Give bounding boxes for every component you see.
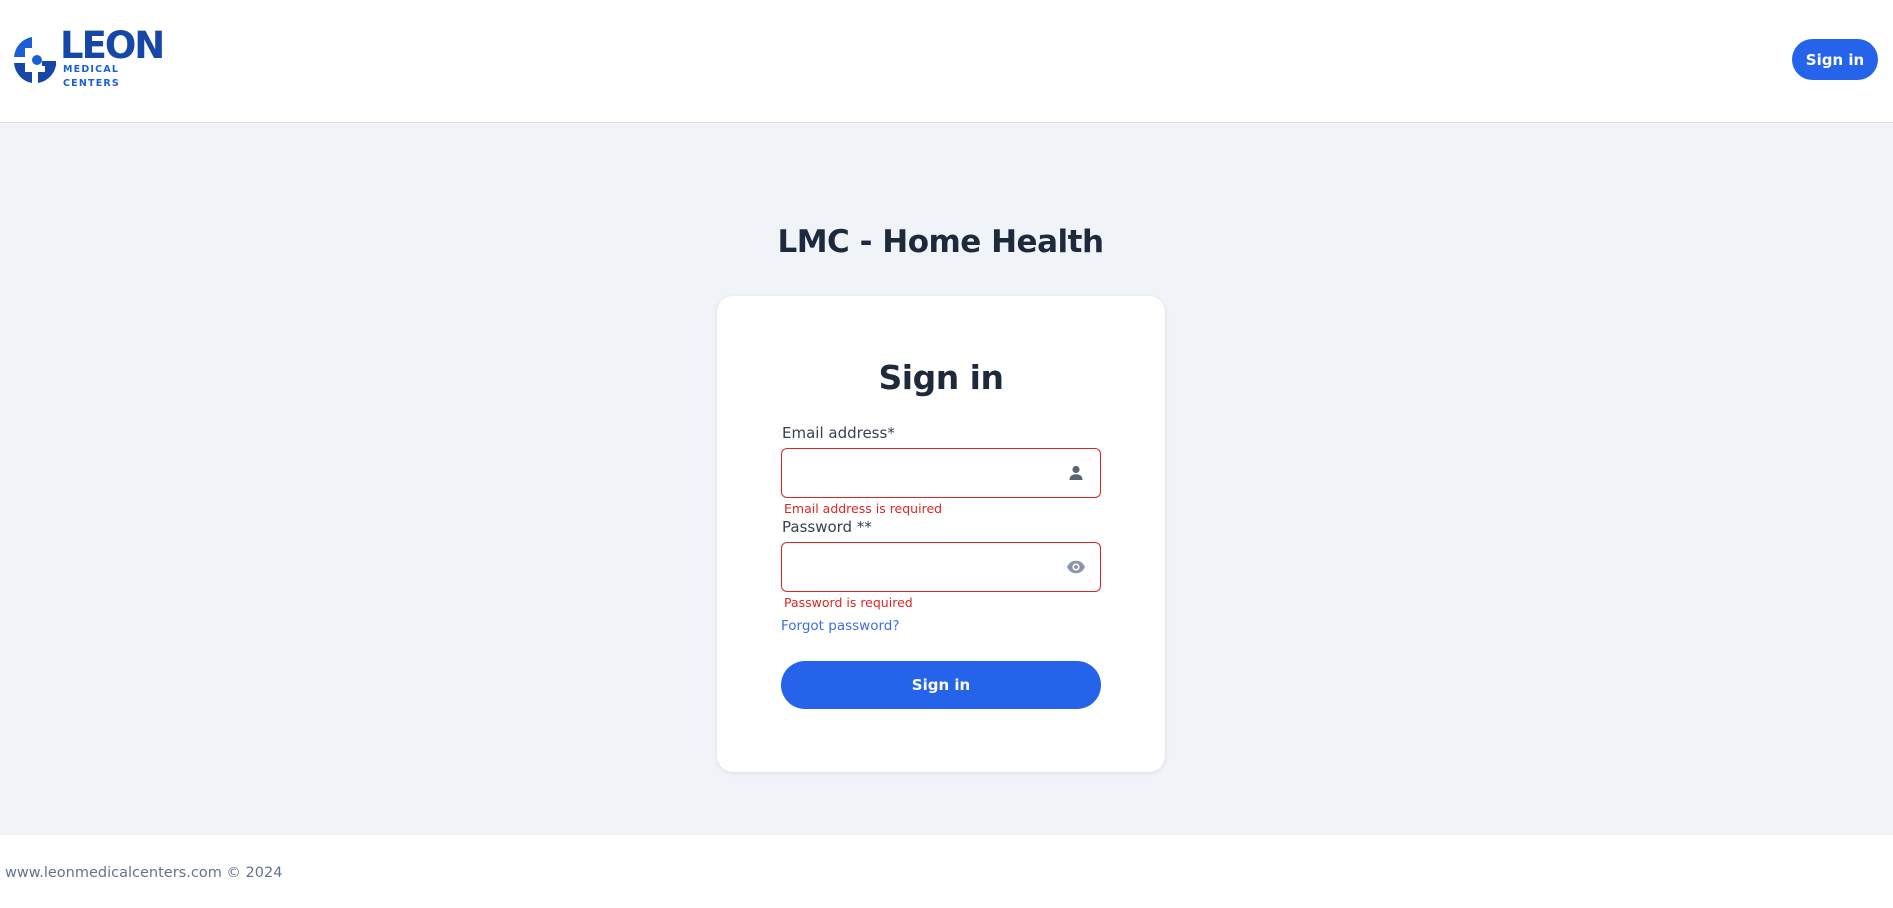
email-input[interactable] xyxy=(782,449,1100,497)
page-title: LMC - Home Health xyxy=(777,224,1104,260)
email-error-message: Email address is required xyxy=(784,501,943,516)
password-field-wrapper xyxy=(781,542,1101,592)
email-field-wrapper xyxy=(781,448,1101,498)
sign-in-heading: Sign in xyxy=(878,358,1005,397)
eye-icon[interactable] xyxy=(1066,557,1086,577)
sign-in-submit-button[interactable]: Sign in xyxy=(781,661,1101,709)
main-content: LMC - Home Health Sign in Email address*… xyxy=(0,124,1893,835)
footer-copyright: www.leonmedicalcenters.com © 2024 xyxy=(5,865,283,881)
logo-wordmark: LEON xyxy=(60,24,165,67)
leon-cross-logo-icon xyxy=(14,37,56,83)
forgot-password-link[interactable]: Forgot password? xyxy=(781,618,900,634)
email-label: Email address* xyxy=(782,424,895,442)
header-sign-in-button[interactable]: Sign in xyxy=(1792,39,1878,80)
top-header: LEON MEDICAL CENTERS Sign in xyxy=(0,0,1893,123)
leon-logo[interactable]: LEON MEDICAL CENTERS xyxy=(12,27,177,89)
sign-in-card: Sign in Email address* Email address is … xyxy=(717,296,1165,772)
logo-subtitle: MEDICAL CENTERS xyxy=(63,64,120,89)
user-icon xyxy=(1069,465,1083,480)
page-footer: www.leonmedicalcenters.com © 2024 xyxy=(0,835,1893,908)
password-label: Password ** xyxy=(782,518,872,536)
password-input[interactable] xyxy=(782,543,1100,591)
password-error-message: Password is required xyxy=(784,595,913,610)
